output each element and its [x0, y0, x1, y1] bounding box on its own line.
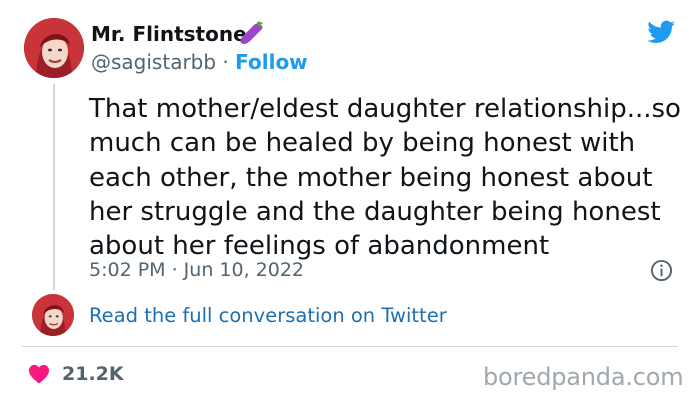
read-conversation-link[interactable]: Read the full conversation on Twitter	[89, 303, 447, 329]
user-handle[interactable]: @sagistarbb	[91, 50, 216, 74]
heart-icon[interactable]	[28, 364, 50, 384]
separator-dot: ·	[216, 50, 236, 74]
divider	[22, 346, 678, 347]
handle-row: @sagistarbb · Follow	[91, 49, 308, 75]
follow-button[interactable]: Follow	[235, 50, 308, 74]
tweet-text: That mother/eldest daughter relationship…	[89, 94, 681, 262]
like-count: 21.2K	[62, 363, 124, 385]
tweet-timestamp[interactable]: 5:02 PM · Jun 10, 2022	[89, 257, 304, 283]
twitter-bird-icon[interactable]	[646, 18, 677, 46]
author-avatar-small[interactable]	[32, 294, 74, 336]
author-avatar[interactable]	[24, 18, 84, 78]
thread-line	[53, 84, 55, 290]
info-icon[interactable]	[650, 259, 673, 282]
watermark: boredpanda.com	[483, 363, 684, 391]
display-name[interactable]: Mr. Flintstone	[91, 21, 247, 47]
eggplant-icon	[235, 20, 265, 46]
